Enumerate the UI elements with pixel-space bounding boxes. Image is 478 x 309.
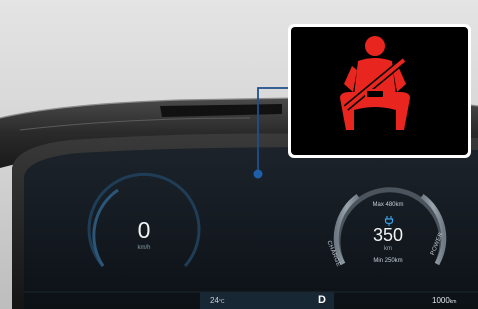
speed-value: 0 <box>137 217 151 243</box>
range-unit: km <box>384 246 392 252</box>
temperature-value: 24 <box>210 296 219 305</box>
speed-unit: km/h <box>137 245 151 251</box>
odometer-unit: km <box>449 299 457 305</box>
temperature-unit: °C <box>218 299 225 305</box>
outside-temperature: 24°C <box>210 296 225 307</box>
range-min-label: Min 250km <box>373 258 403 264</box>
range-value: 350 <box>372 225 404 245</box>
gear-indicator: D <box>318 294 326 306</box>
range-max-label: Max 480km <box>372 202 404 208</box>
odometer: 1000km <box>432 296 456 307</box>
seatbelt-warning-callout <box>288 24 471 158</box>
odometer-value: 1000 <box>432 296 450 305</box>
